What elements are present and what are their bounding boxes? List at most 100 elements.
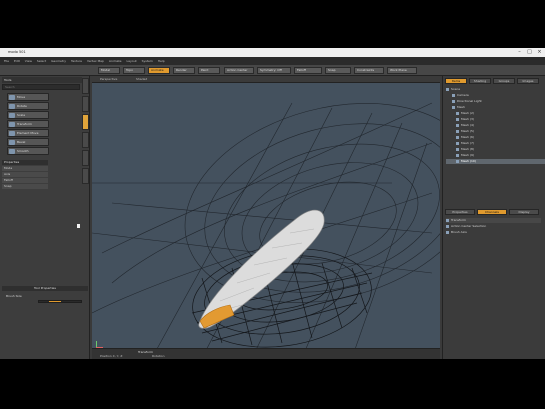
visibility-eye-icon[interactable] <box>452 99 455 103</box>
tab-animate[interactable]: Animate <box>148 67 170 74</box>
tool-icon <box>9 104 15 109</box>
channel-row[interactable]: Transform <box>446 218 541 223</box>
visibility-eye-icon[interactable] <box>446 230 449 234</box>
menu-texture[interactable]: Texture <box>71 57 82 65</box>
tool-label: Scale <box>17 113 26 117</box>
tool-button-transform[interactable]: Transform <box>7 120 49 128</box>
menu-file[interactable]: File <box>4 57 9 65</box>
tree-item[interactable]: Directional Light <box>446 99 545 104</box>
main-toolbar: Model Topo Animate Render Paint Action C… <box>0 65 545 76</box>
visibility-eye-icon[interactable] <box>456 117 459 121</box>
tab-properties[interactable]: Properties <box>445 209 475 215</box>
vertical-tab[interactable] <box>82 132 89 148</box>
visibility-eye-icon[interactable] <box>456 135 459 139</box>
visibility-eye-icon[interactable] <box>446 224 449 228</box>
tool-button-bevel[interactable]: Bevel <box>7 138 49 146</box>
menu-animate[interactable]: Animate <box>109 57 122 65</box>
property-row[interactable]: Snap <box>2 184 48 189</box>
visibility-eye-icon[interactable] <box>452 105 455 109</box>
tool-button-element-move[interactable]: Element Move <box>7 129 49 137</box>
constraints-dropdown[interactable]: Constraints <box>354 67 384 74</box>
visibility-eye-icon[interactable] <box>456 153 459 157</box>
status-bar: Transform Position X, Y, Z Rotation <box>92 348 440 359</box>
vertical-tab[interactable] <box>82 168 89 184</box>
tool-search-input[interactable] <box>2 84 80 90</box>
title-bar: modo 501 – □ × <box>0 48 545 57</box>
vertical-tab-active[interactable] <box>82 114 89 130</box>
menu-system[interactable]: System <box>142 57 153 65</box>
tree-item[interactable]: Mesh (5) <box>446 129 545 134</box>
tree-item[interactable]: Mesh (8) <box>446 147 545 152</box>
falloff-dropdown[interactable]: Falloff <box>294 67 322 74</box>
visibility-eye-icon[interactable] <box>456 123 459 127</box>
wireframe-model <box>92 102 440 358</box>
tab-model[interactable]: Model <box>98 67 120 74</box>
tree-item[interactable]: Mesh (6) <box>446 135 545 140</box>
action-center-dropdown[interactable]: Action Center <box>224 67 254 74</box>
menu-help[interactable]: Help <box>158 57 165 65</box>
tree-item[interactable]: Scene <box>446 87 541 92</box>
tool-button-scale[interactable]: Scale <box>7 111 49 119</box>
minimize-icon[interactable]: – <box>515 49 524 56</box>
tab-render[interactable]: Render <box>173 67 195 74</box>
viewport-tab-perspective[interactable]: Perspective <box>100 77 117 81</box>
visibility-eye-icon[interactable] <box>456 159 459 163</box>
visibility-eye-icon[interactable] <box>456 141 459 145</box>
vertical-tab[interactable] <box>82 150 89 166</box>
tool-button-move[interactable]: Move <box>7 93 49 101</box>
brush-size-slider[interactable] <box>38 300 82 303</box>
tab-items[interactable]: Items <box>445 78 467 84</box>
work-plane-dropdown[interactable]: Work Plane <box>387 67 417 74</box>
menu-layout[interactable]: Layout <box>126 57 136 65</box>
tree-item[interactable]: Mesh (3) <box>446 117 545 122</box>
app-window: modo 501 – □ × File Edit View Select Geo… <box>0 48 545 359</box>
tool-label: Smooth <box>17 149 29 153</box>
tab-channels[interactable]: Channels <box>477 209 507 215</box>
vertical-tab[interactable] <box>82 78 89 94</box>
property-row[interactable]: Mode <box>2 166 48 171</box>
vertical-tab[interactable] <box>82 96 89 112</box>
tab-shading[interactable]: Shading <box>469 78 491 84</box>
tree-item-label: Directional Light <box>457 99 482 103</box>
menu-geometry[interactable]: Geometry <box>51 57 66 65</box>
tree-item[interactable]: Mesh <box>446 105 545 110</box>
tree-item[interactable]: Camera <box>446 93 545 98</box>
close-icon[interactable]: × <box>535 49 544 56</box>
property-row[interactable]: Axis <box>2 172 48 177</box>
tree-item[interactable]: Mesh (4) <box>446 123 545 128</box>
items-panel: Items Shading Groups Images Scene Camera… <box>442 76 545 359</box>
tool-button-smooth[interactable]: Smooth <box>7 147 49 155</box>
viewport-tab-shaded[interactable]: Shaded <box>136 77 147 81</box>
tool-label: Rotate <box>17 104 27 108</box>
visibility-eye-icon[interactable] <box>456 147 459 151</box>
visibility-eye-icon[interactable] <box>446 87 449 91</box>
tree-item-label: Mesh <box>457 105 465 109</box>
maximize-icon[interactable]: □ <box>525 49 534 56</box>
visibility-eye-icon[interactable] <box>452 93 455 97</box>
visibility-eye-icon[interactable] <box>456 111 459 115</box>
tab-display[interactable]: Display <box>509 209 539 215</box>
channel-row[interactable]: Brush Axis <box>446 230 541 235</box>
visibility-eye-icon[interactable] <box>456 129 459 133</box>
tab-groups[interactable]: Groups <box>493 78 515 84</box>
tab-topo[interactable]: Topo <box>123 67 145 74</box>
tab-images[interactable]: Images <box>517 78 539 84</box>
menu-vertex-map[interactable]: Vertex Map <box>87 57 104 65</box>
property-row[interactable]: Falloff <box>2 178 48 183</box>
symmetry-dropdown[interactable]: Symmetry: Off <box>257 67 291 74</box>
tree-item-selected[interactable]: Mesh (10) <box>446 159 545 164</box>
menu-select[interactable]: Select <box>37 57 46 65</box>
tree-item[interactable]: Mesh (9) <box>446 153 545 158</box>
viewport-header: Perspective Shaded <box>92 76 440 83</box>
channel-row[interactable]: Action Center Selection <box>446 224 541 229</box>
visibility-eye-icon[interactable] <box>446 218 449 222</box>
tree-item-label: Mesh (8) <box>461 147 475 151</box>
tool-button-rotate[interactable]: Rotate <box>7 102 49 110</box>
tree-item[interactable]: Mesh (7) <box>446 141 545 146</box>
snap-dropdown[interactable]: Snap <box>325 67 351 74</box>
menu-edit[interactable]: Edit <box>14 57 20 65</box>
menu-view[interactable]: View <box>25 57 32 65</box>
tree-item[interactable]: Mesh (2) <box>446 111 545 116</box>
3d-viewport[interactable]: Perspective Shaded <box>92 76 440 359</box>
tab-paint[interactable]: Paint <box>198 67 220 74</box>
